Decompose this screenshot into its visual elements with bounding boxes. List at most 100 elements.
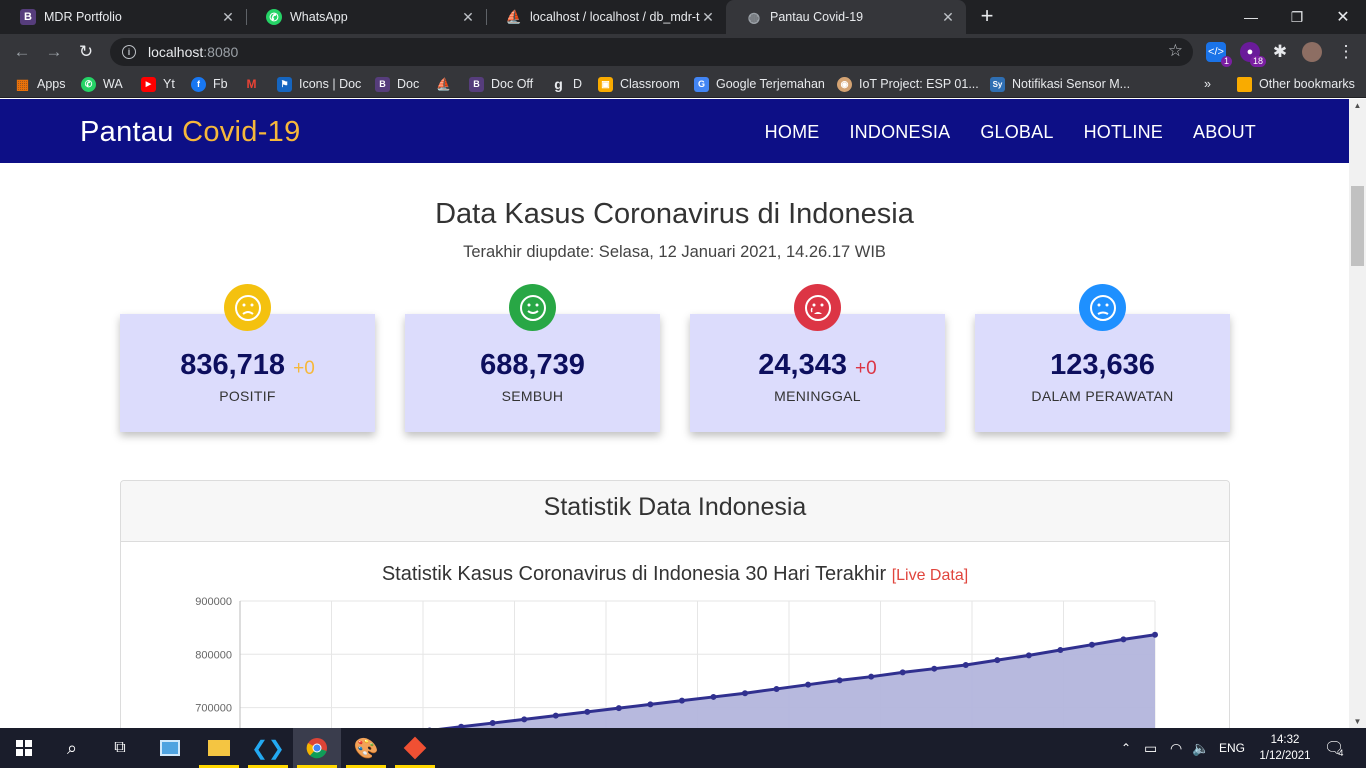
restore-button[interactable]: ❐ <box>1274 0 1320 34</box>
bookmark-d[interactable]: gD <box>551 75 582 93</box>
bookmarks-bar: ▦ Apps ✆ WA ▶ Yt f Fb M ⚑ Icons | Doc B Doc ⛵ … <box>0 70 1366 98</box>
language-indicator[interactable]: ENG <box>1219 728 1245 768</box>
tab-title: Pantau Covid-19 <box>770 10 864 24</box>
nav-home[interactable]: HOME <box>765 122 820 143</box>
y-tick-label: 900000 <box>195 596 232 608</box>
bookmark-wa[interactable]: ✆ WA <box>81 75 123 93</box>
data-point <box>1025 652 1032 659</box>
show-hidden-icons[interactable]: ⌃ <box>1121 728 1131 768</box>
tab-title: localhost / localhost / db_mdr-to <box>530 10 700 24</box>
address-bar[interactable]: i localhost:8080 ☆ <box>110 38 1193 66</box>
file-explorer-icon[interactable] <box>195 728 243 768</box>
control-panel-icon[interactable] <box>146 728 194 768</box>
data-point <box>805 681 812 688</box>
menu-kebab-icon[interactable]: ⋮ <box>1334 40 1358 64</box>
tab-phpmyadmin[interactable]: ⛵ localhost / localhost / db_mdr-to ✕ <box>486 0 726 34</box>
start-icon[interactable] <box>0 728 48 768</box>
tab-mdr-portfolio[interactable]: B MDR Portfolio ✕ <box>0 0 246 34</box>
nav-about[interactable]: ABOUT <box>1193 122 1256 143</box>
nav-links: HOME INDONESIA GLOBAL HOTLINE ABOUT <box>765 122 1256 143</box>
brand-text: Pantau <box>80 116 183 148</box>
notifications-icon[interactable]: 🗨 4 <box>1324 728 1344 768</box>
bookmark-yt[interactable]: ▶ Yt <box>141 75 175 93</box>
bookmark-label: Doc Off <box>491 77 534 91</box>
task-view-icon[interactable]: ⧉ <box>96 728 144 768</box>
paint-icon[interactable]: 🎨 <box>342 728 390 768</box>
data-point <box>899 669 906 676</box>
close-icon[interactable]: ✕ <box>940 9 956 26</box>
bookmark-doc[interactable]: B Doc <box>375 75 419 93</box>
nav-indonesia[interactable]: INDONESIA <box>849 122 950 143</box>
close-window-button[interactable]: ✕ <box>1320 0 1366 34</box>
bookmark-fb[interactable]: f Fb <box>191 75 228 93</box>
bookmark-iot[interactable]: ◉ IoT Project: ESP 01... <box>837 75 979 93</box>
nav-global[interactable]: GLOBAL <box>980 122 1053 143</box>
chrome-icon[interactable] <box>293 728 341 768</box>
bookmark-label: Fb <box>213 77 228 91</box>
sy-icon: Sy <box>990 76 1005 92</box>
bookmark-phpmyadmin[interactable]: ⛵ <box>436 75 458 93</box>
card-label: POSITIF <box>219 388 276 404</box>
new-tab-button[interactable]: + <box>976 5 998 27</box>
bookmark-label: Classroom <box>620 77 680 91</box>
phpmyadmin-icon: ⛵ <box>436 77 451 91</box>
data-point <box>742 690 748 697</box>
minimize-button[interactable]: — <box>1228 0 1274 34</box>
data-point <box>647 701 654 708</box>
classroom-icon: ▣ <box>598 76 613 92</box>
bookmark-gmail[interactable]: M <box>244 75 266 93</box>
card-sembuh: 688,739 SEMBUH <box>405 284 660 432</box>
bookmark-notifikasi[interactable]: Sy Notifikasi Sensor M... <box>990 75 1130 93</box>
sad-face-icon <box>224 284 271 331</box>
scroll-down-icon[interactable]: ▼ <box>1349 717 1366 726</box>
bookmark-star-icon[interactable]: ☆ <box>1168 41 1183 61</box>
battery-icon[interactable]: ▭ <box>1144 728 1157 768</box>
scroll-up-icon[interactable]: ▲ <box>1349 101 1366 110</box>
reload-icon[interactable]: ↻ <box>74 40 98 64</box>
site-info-icon[interactable]: i <box>122 45 136 59</box>
bookmark-apps[interactable]: ▦ Apps <box>15 75 66 93</box>
back-icon[interactable]: ← <box>10 40 34 64</box>
extension-icon[interactable]: ● 18 <box>1240 42 1266 67</box>
clock-date: 1/12/2021 <box>1259 750 1311 762</box>
bookmark-label: Notifikasi Sensor M... <box>1012 77 1131 91</box>
search-icon[interactable]: ⌕ <box>48 728 96 768</box>
whatsapp-icon: ✆ <box>266 9 282 25</box>
puzzle-extensions-icon[interactable]: ✱ <box>1268 40 1292 64</box>
tab-pantau-covid[interactable]: ◍ Pantau Covid-19 ✕ <box>726 0 966 34</box>
close-icon[interactable]: ✕ <box>220 9 236 26</box>
bookmarks-overflow-icon[interactable]: » <box>1204 75 1211 93</box>
gmail-icon: M <box>246 77 257 91</box>
bookmark-label: Doc <box>397 77 420 91</box>
data-point <box>584 708 591 715</box>
url-port: :8080 <box>203 44 239 60</box>
tab-whatsapp[interactable]: ✆ WhatsApp ✕ <box>246 0 486 34</box>
card-value: 836,718 +0 <box>180 349 315 381</box>
scrollbar-thumb[interactable] <box>1351 186 1364 266</box>
bookmark-doc-off[interactable]: B Doc Off <box>469 75 533 93</box>
data-point <box>962 661 969 668</box>
forward-icon[interactable]: → <box>42 40 66 64</box>
close-icon[interactable]: ✕ <box>460 9 476 26</box>
git-icon[interactable] <box>391 728 439 768</box>
bootstrap-icon: B <box>469 76 484 92</box>
bookmark-icons-doc[interactable]: ⚑ Icons | Doc <box>277 75 361 93</box>
nav-hotline[interactable]: HOTLINE <box>1084 122 1163 143</box>
card-delta: +0 <box>293 358 315 379</box>
clock-time: 14:32 <box>1270 734 1300 746</box>
close-icon[interactable]: ✕ <box>700 9 716 26</box>
bookmark-label: D <box>573 77 583 91</box>
profile-avatar[interactable] <box>1302 42 1322 62</box>
devtools-extension-icon[interactable]: </> 1 <box>1206 42 1232 67</box>
page-scrollbar[interactable]: ▲ ▼ <box>1349 99 1366 728</box>
data-point <box>1088 641 1095 648</box>
wifi-icon[interactable]: ◠ <box>1170 728 1182 768</box>
clock[interactable]: 14:32 1/12/2021 <box>1252 732 1318 764</box>
other-bookmarks[interactable]: Other bookmarks <box>1237 75 1355 93</box>
vscode-icon[interactable]: ❮❯ <box>244 728 292 768</box>
site-brand[interactable]: Pantau Covid-19 <box>80 116 301 149</box>
bookmark-translate[interactable]: G Google Terjemahan <box>694 75 825 93</box>
volume-icon[interactable]: 🔈 <box>1192 728 1209 768</box>
extension-badge: 18 <box>1249 56 1266 67</box>
bookmark-classroom[interactable]: ▣ Classroom <box>598 75 680 93</box>
